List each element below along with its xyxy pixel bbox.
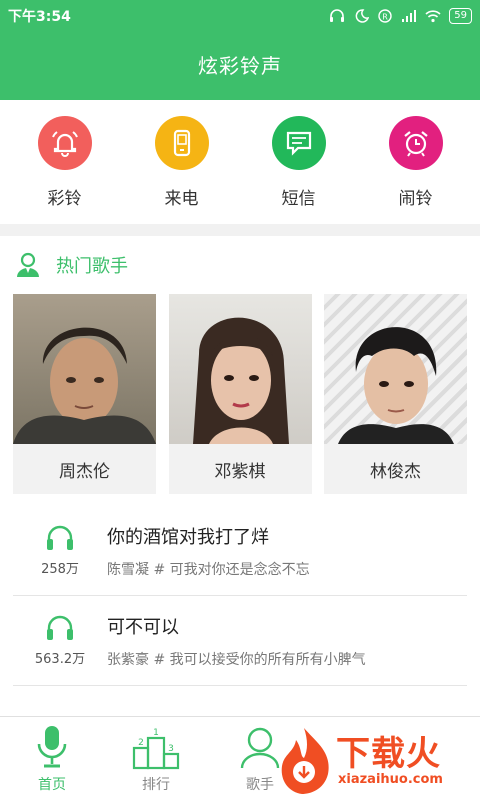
status-time: 下午3:54 (8, 9, 71, 25)
status-bar: 下午3:54 R 59 (0, 0, 480, 32)
hot-singers-header: 热门歌手 (0, 236, 480, 294)
song-list: 258万 你的酒馆对我打了烊 陈雪凝 # 可我对你还是念念不忘 563.2万 可… (0, 506, 480, 686)
singer-photo (13, 294, 156, 444)
watermark-url: xiazaihuo.com (338, 772, 443, 787)
category-label: 来电 (164, 188, 199, 209)
singer-name: 周杰伦 (59, 461, 110, 482)
category-label: 短信 (281, 188, 316, 209)
message-icon (271, 115, 326, 170)
singer-card[interactable]: 周杰伦 (13, 294, 156, 494)
podium-icon: 12 3 (132, 728, 180, 770)
nav-ranking[interactable]: 12 3 排行 (108, 717, 204, 800)
flame-logo-icon (281, 728, 329, 794)
nav-label: 歌手 (246, 777, 274, 793)
song-item[interactable]: 258万 你的酒馆对我打了烊 陈雪凝 # 可我对你还是念念不忘 (13, 506, 467, 596)
singer-card[interactable]: 邓紫棋 (168, 294, 312, 494)
person-icon (17, 252, 39, 277)
category-sms[interactable]: 短信 (249, 115, 349, 209)
headphones-icon (47, 525, 73, 550)
singer-photo (168, 294, 312, 444)
battery-indicator: 59 (449, 8, 472, 24)
category-label: 彩铃 (47, 188, 82, 209)
singer-photo (324, 294, 467, 444)
microphone-icon (37, 726, 67, 768)
svg-text:1: 1 (153, 728, 159, 738)
moon-icon (355, 9, 370, 23)
song-title: 可不可以 (107, 616, 179, 638)
category-ringtone[interactable]: 彩铃 (15, 115, 115, 209)
song-subtitle: 张紫豪 # 我可以接受你的所有所有小脾气 (107, 651, 366, 668)
svg-text:R: R (382, 13, 388, 22)
song-title: 你的酒馆对我打了烊 (107, 526, 269, 548)
wifi-icon (425, 10, 441, 23)
signal-icon (402, 10, 417, 22)
section-title: 热门歌手 (56, 256, 128, 277)
nav-label: 首页 (38, 777, 66, 793)
watermark-text: 下载火 (336, 734, 441, 774)
singer-name: 邓紫棋 (214, 461, 266, 482)
nav-label: 排行 (142, 777, 170, 793)
headphones-icon (47, 615, 73, 640)
song-subtitle: 陈雪凝 # 可我对你还是念念不忘 (107, 561, 310, 578)
category-label: 闹铃 (398, 188, 433, 209)
page-title: 炫彩铃声 (198, 54, 282, 78)
phone-icon (154, 115, 209, 170)
nav-home[interactable]: 首页 (4, 717, 100, 800)
play-count: 563.2万 (34, 652, 86, 667)
singer-cards: 周杰伦 邓紫棋 林俊杰 (0, 294, 480, 494)
bell-icon (37, 115, 92, 170)
watermark-logo: 下载火 xiazaihuo.com (274, 724, 474, 796)
svg-text:2: 2 (138, 738, 144, 748)
category-alarm[interactable]: 闹铃 (366, 115, 466, 209)
category-call[interactable]: 来电 (132, 115, 232, 209)
registered-icon: R (378, 9, 392, 23)
play-count: 258万 (41, 562, 79, 577)
section-divider (0, 224, 480, 236)
category-row: 彩铃 来电 短信 闹铃 (0, 100, 480, 224)
song-item[interactable]: 563.2万 可不可以 张紫豪 # 我可以接受你的所有所有小脾气 (13, 596, 467, 686)
singer-name: 林俊杰 (370, 461, 421, 482)
headset-status-icon (330, 9, 345, 22)
singer-card[interactable]: 林俊杰 (324, 294, 467, 494)
alarm-clock-icon (388, 115, 443, 170)
app-header: 下午3:54 R 59 炫彩铃声 (0, 0, 480, 100)
svg-text:3: 3 (168, 744, 174, 754)
